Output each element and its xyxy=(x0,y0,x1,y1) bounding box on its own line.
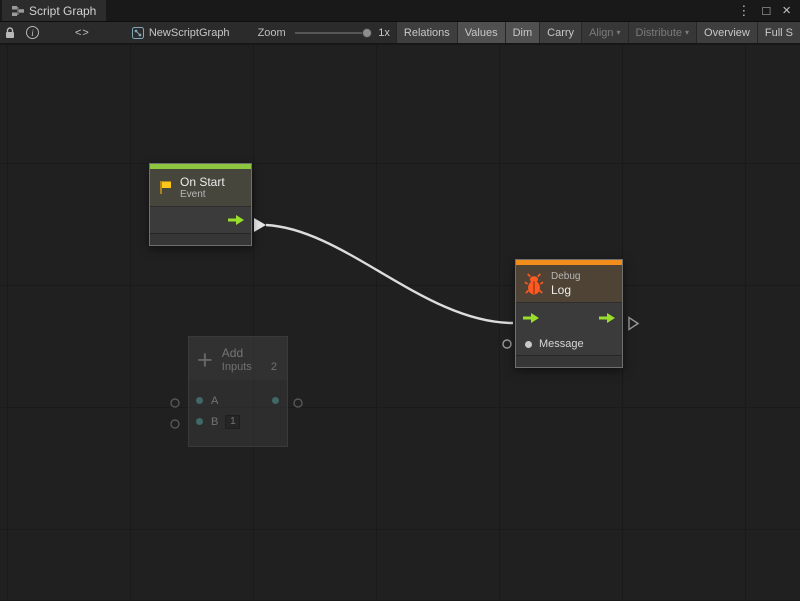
message-port-label: Message xyxy=(539,338,584,350)
node-footer xyxy=(516,355,622,367)
flag-icon xyxy=(158,180,173,195)
titlebar: Script Graph ⋮ □ × xyxy=(0,0,800,22)
input-port-a[interactable] xyxy=(196,397,203,404)
node-title: Add xyxy=(222,346,279,361)
sum-output-port[interactable] xyxy=(272,397,279,404)
toolbar: i <> NewScriptGraph Zoom 1x Relations Va… xyxy=(0,22,800,44)
node-subtitle: Event xyxy=(180,189,225,201)
zoom-label: Zoom xyxy=(258,22,286,43)
zoom-slider-handle[interactable] xyxy=(362,28,372,38)
node-footer xyxy=(150,233,251,245)
edit-script-button[interactable]: <> xyxy=(39,22,90,43)
message-port-indicator xyxy=(503,340,511,348)
port-b-label: B xyxy=(211,416,218,428)
toolbar-button-carry[interactable]: Carry xyxy=(539,22,581,43)
pane-menu-icon[interactable]: ⋮ xyxy=(737,4,750,17)
lock-button[interactable] xyxy=(0,22,15,43)
toolbar-button-align[interactable]: Align ▾ xyxy=(581,22,627,43)
ghost-port-indicator-b xyxy=(171,420,179,428)
bug-icon xyxy=(524,271,544,297)
inputs-label: Inputs xyxy=(222,361,252,373)
plus-icon: + xyxy=(197,348,213,372)
toolbar-button-fullscreen[interactable]: Full S xyxy=(757,22,800,43)
zoom-value: 1x xyxy=(378,22,390,43)
toolbar-button-overview[interactable]: Overview xyxy=(696,22,757,43)
script-graph-tab-icon xyxy=(12,6,24,16)
maximize-icon[interactable]: □ xyxy=(762,4,770,17)
trigger-output-port[interactable] xyxy=(598,312,616,324)
lock-icon xyxy=(5,27,15,39)
node-add-preview[interactable]: + Add Inputs 2 A B 1 xyxy=(188,336,288,447)
exit-port-indicator xyxy=(629,318,638,330)
wires-overlay xyxy=(0,45,800,601)
toolbar-button-relations[interactable]: Relations xyxy=(396,22,457,43)
toolbar-button-group: Relations Values Dim Carry Align ▾ Distr… xyxy=(396,22,800,43)
ghost-port-indicator-sum xyxy=(294,399,302,407)
graph-name-label: NewScriptGraph xyxy=(149,27,230,39)
node-title: On Start xyxy=(180,175,225,189)
inputs-count: 2 xyxy=(271,361,277,373)
node-on-start[interactable]: On Start Event xyxy=(149,163,252,246)
node-header[interactable]: On Start Event xyxy=(150,169,251,206)
code-icon: <> xyxy=(75,27,90,39)
graph-asset-icon xyxy=(132,27,144,39)
tab-script-graph[interactable]: Script Graph xyxy=(2,0,106,21)
toolbar-button-dim[interactable]: Dim xyxy=(505,22,540,43)
ghost-port-indicator-a xyxy=(171,399,179,407)
tab-title: Script Graph xyxy=(29,4,96,18)
close-icon[interactable]: × xyxy=(782,3,791,18)
node-header: + Add Inputs 2 xyxy=(189,337,287,380)
node-title: Log xyxy=(551,283,580,297)
message-input-port[interactable] xyxy=(525,341,532,348)
trigger-output-port[interactable] xyxy=(227,214,245,226)
graph-canvas[interactable]: On Start Event xyxy=(0,45,800,600)
toolbar-button-values[interactable]: Values xyxy=(457,22,505,43)
chevron-down-icon: ▾ xyxy=(685,28,689,37)
port-row-b: B 1 xyxy=(189,411,287,432)
connection-wire xyxy=(266,225,513,323)
trigger-input-port[interactable] xyxy=(522,312,540,324)
toolbar-button-distribute[interactable]: Distribute ▾ xyxy=(628,22,696,43)
zoom-slider[interactable] xyxy=(295,32,369,34)
port-row-a: A xyxy=(189,390,287,411)
port-b-value-field[interactable]: 1 xyxy=(225,415,240,429)
chevron-down-icon: ▾ xyxy=(617,28,621,37)
inspect-button[interactable]: i xyxy=(15,22,39,43)
node-subtitle: Debug xyxy=(551,271,580,283)
input-port-b[interactable] xyxy=(196,418,203,425)
node-header[interactable]: Debug Log xyxy=(516,265,622,302)
graph-breadcrumb[interactable]: NewScriptGraph xyxy=(132,22,230,43)
info-icon: i xyxy=(26,26,39,39)
wire-source-arrow xyxy=(254,218,266,232)
port-a-label: A xyxy=(211,395,218,407)
node-debug-log[interactable]: Debug Log Message xyxy=(515,259,623,368)
